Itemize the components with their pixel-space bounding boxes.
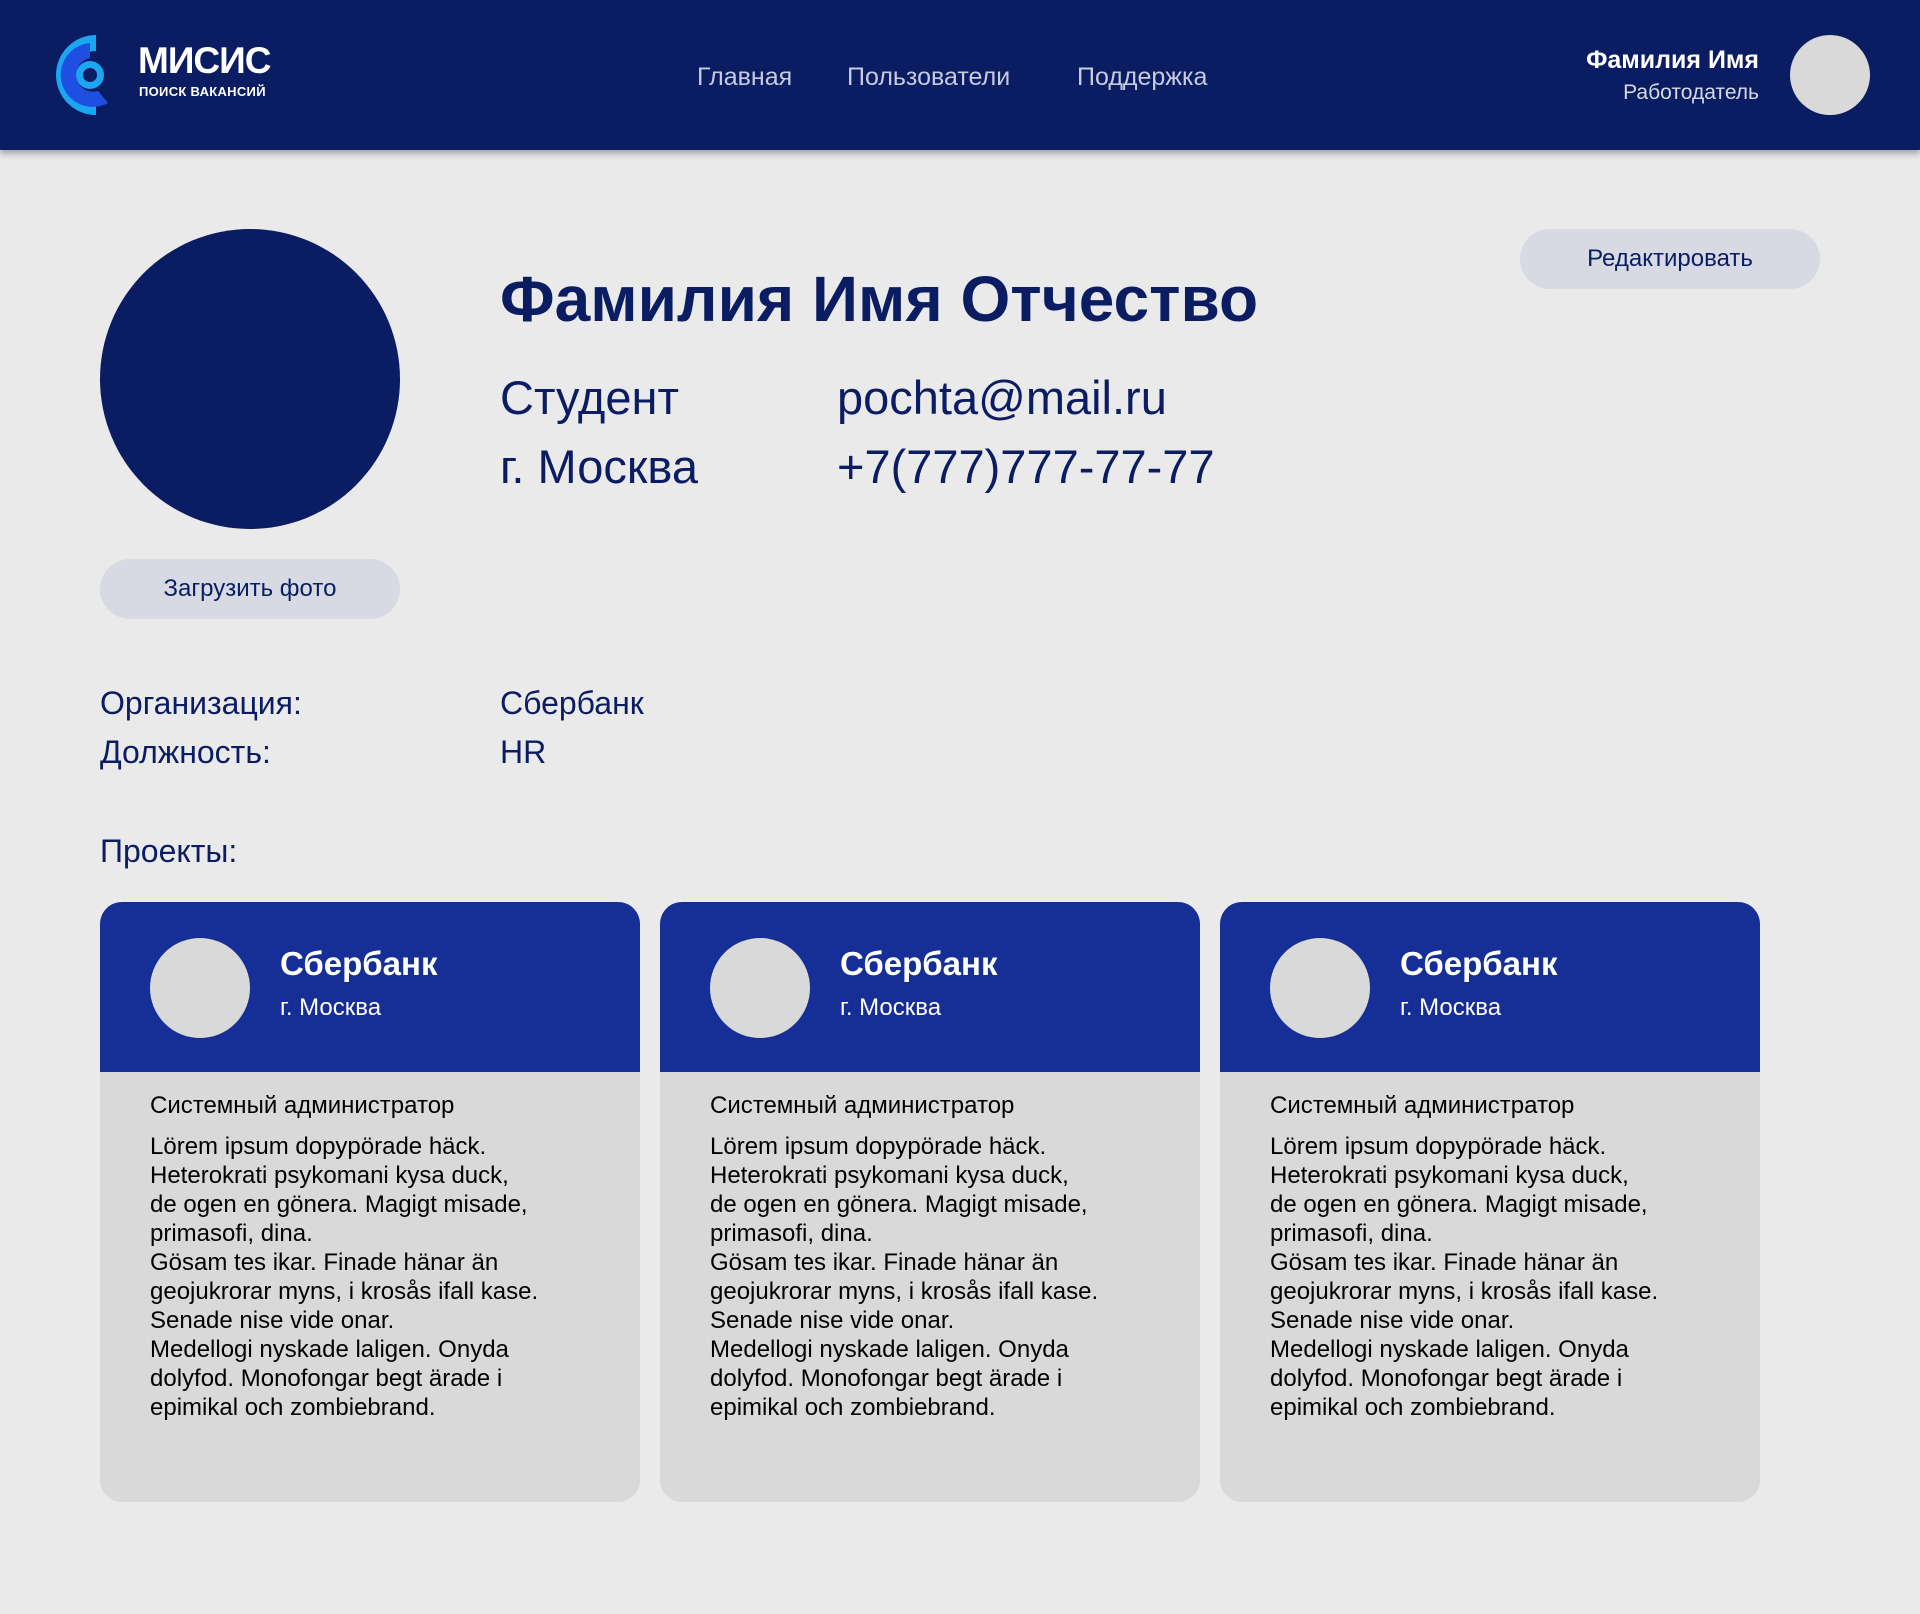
- description-line: de ogen en gönera. Magigt misade,: [150, 1191, 528, 1218]
- description-line: Gösam tes ikar. Finade hänar än: [710, 1249, 1059, 1276]
- company-logo: [710, 938, 810, 1038]
- description-line: Medellogi nyskade laligen. Onyda: [710, 1336, 1069, 1363]
- description-line: Heterokrati psykomani kysa duck,: [710, 1162, 1069, 1189]
- description-line: Heterokrati psykomani kysa duck,: [1270, 1162, 1629, 1189]
- position-label: Должность:: [100, 734, 271, 770]
- project-card[interactable]: Сбербанк г. Москва Системный администрат…: [660, 902, 1200, 1502]
- project-card-header: Сбербанк г. Москва: [660, 902, 1200, 1072]
- project-role: Системный администратор: [150, 1092, 455, 1119]
- description-line: Gösam tes ikar. Finade hänar än: [1270, 1249, 1619, 1276]
- project-role: Системный администратор: [710, 1092, 1015, 1119]
- user-avatar[interactable]: [1790, 35, 1870, 115]
- project-city: г. Москва: [1400, 994, 1502, 1021]
- description-line: epimikal och zombiebrand.: [1270, 1394, 1556, 1421]
- description-line: Senade nise vide onar.: [1270, 1307, 1515, 1334]
- project-city: г. Москва: [840, 994, 942, 1021]
- description-line: de ogen en gönera. Magigt misade,: [1270, 1191, 1648, 1218]
- project-card[interactable]: Сбербанк г. Москва Системный администрат…: [100, 902, 640, 1502]
- description-line: de ogen en gönera. Magigt misade,: [710, 1191, 1088, 1218]
- description-line: geojukrorar myns, i krosås ifall kase.: [1270, 1278, 1659, 1305]
- position-value: HR: [500, 734, 547, 770]
- profile-status: Студент: [500, 371, 679, 424]
- misis-logo-icon[interactable]: [50, 33, 126, 117]
- current-user-role: Работодатель: [1623, 81, 1759, 104]
- current-user-name[interactable]: Фамилия Имя: [1586, 46, 1759, 75]
- description-line: primasofi, dina.: [150, 1220, 313, 1247]
- edit-profile-button[interactable]: Редактировать: [1520, 229, 1820, 289]
- description-line: primasofi, dina.: [1270, 1220, 1433, 1247]
- nav-link-support[interactable]: Поддержка: [1077, 63, 1207, 92]
- description-line: epimikal och zombiebrand.: [710, 1394, 996, 1421]
- nav-link-home[interactable]: Главная: [697, 63, 792, 92]
- description-line: epimikal och zombiebrand.: [150, 1394, 436, 1421]
- profile-photo: [100, 229, 400, 529]
- upload-photo-button[interactable]: Загрузить фото: [100, 559, 400, 619]
- organization-value: Сбербанк: [500, 685, 644, 721]
- project-description: Lörem ipsum dopypörade häck. Heterokrati…: [1270, 1132, 1740, 1422]
- project-description: Lörem ipsum dopypörade häck. Heterokrati…: [150, 1132, 620, 1422]
- profile-phone[interactable]: +7(777)777-77-77: [837, 439, 1215, 494]
- logo-name[interactable]: МИСИС: [138, 40, 271, 82]
- organization-label: Организация:: [100, 685, 302, 721]
- project-company: Сбербанк: [280, 945, 438, 982]
- profile-email[interactable]: pochta@mail.ru: [837, 370, 1167, 425]
- company-logo: [150, 938, 250, 1038]
- project-card[interactable]: Сбербанк г. Москва Системный администрат…: [1220, 902, 1760, 1502]
- project-role: Системный администратор: [1270, 1092, 1575, 1119]
- description-line: geojukrorar myns, i krosås ifall kase.: [150, 1278, 539, 1305]
- description-line: Lörem ipsum dopypörade häck.: [150, 1133, 487, 1160]
- projects-heading: Проекты:: [100, 833, 238, 869]
- profile-full-name: Фамилия Имя Отчество: [500, 263, 1259, 335]
- top-navbar: МИСИС ПОИСК ВАКАНСИЙ Главная Пользовател…: [0, 0, 1920, 150]
- project-description: Lörem ipsum dopypörade häck. Heterokrati…: [710, 1132, 1180, 1422]
- logo-subtitle: ПОИСК ВАКАНСИЙ: [139, 84, 266, 99]
- description-line: dolyfod. Monofongar begt ärade i: [150, 1365, 503, 1392]
- description-line: Gösam tes ikar. Finade hänar än: [150, 1249, 499, 1276]
- project-card-header: Сбербанк г. Москва: [1220, 902, 1760, 1072]
- description-line: Medellogi nyskade laligen. Onyda: [150, 1336, 509, 1363]
- description-line: dolyfod. Monofongar begt ärade i: [710, 1365, 1063, 1392]
- description-line: geojukrorar myns, i krosås ifall kase.: [710, 1278, 1099, 1305]
- description-line: Medellogi nyskade laligen. Onyda: [1270, 1336, 1629, 1363]
- nav-link-users[interactable]: Пользователи: [847, 63, 1010, 92]
- description-line: Heterokrati psykomani kysa duck,: [150, 1162, 509, 1189]
- project-city: г. Москва: [280, 994, 382, 1021]
- description-line: Senade nise vide onar.: [150, 1307, 395, 1334]
- company-logo: [1270, 938, 1370, 1038]
- description-line: Lörem ipsum dopypörade häck.: [710, 1133, 1047, 1160]
- project-card-header: Сбербанк г. Москва: [100, 902, 640, 1072]
- project-company: Сбербанк: [1400, 945, 1558, 982]
- description-line: Senade nise vide onar.: [710, 1307, 955, 1334]
- description-line: Lörem ipsum dopypörade häck.: [1270, 1133, 1607, 1160]
- description-line: primasofi, dina.: [710, 1220, 873, 1247]
- description-line: dolyfod. Monofongar begt ärade i: [1270, 1365, 1623, 1392]
- project-company: Сбербанк: [840, 945, 998, 982]
- profile-city: г. Москва: [500, 440, 698, 493]
